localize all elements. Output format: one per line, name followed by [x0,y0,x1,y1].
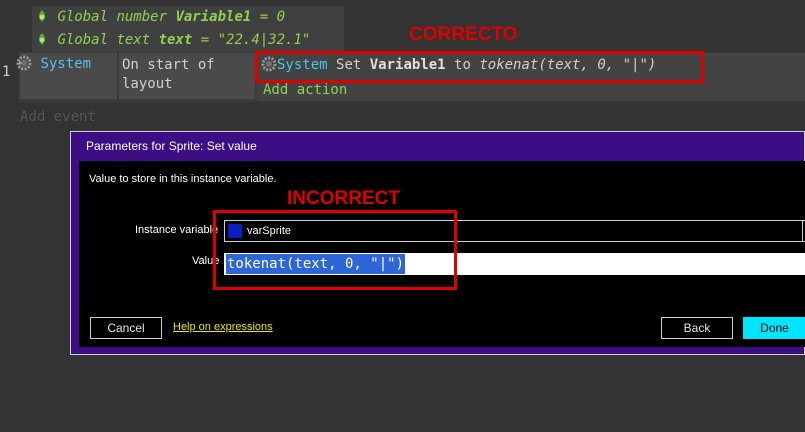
dialog-description: Value to store in this instance variable… [89,173,277,185]
back-button[interactable]: Back [661,317,733,339]
add-action-link[interactable]: Add action [263,80,347,100]
global-text-value: = "22.4|32.1" [192,32,311,48]
incorrect-annotation: INCORRECT [287,188,400,209]
done-button[interactable]: Done [743,317,805,339]
global-text-row[interactable]: Global text text = "22.4|32.1" [32,29,344,52]
condition-line-2: layout [122,76,173,92]
global-number-value: = 0 [251,9,286,25]
instance-variable-label: Instance variable [135,224,219,236]
global-number-keyword: Global number [57,9,168,25]
global-text-keyword: Global text [57,32,151,48]
correct-highlight-box [255,51,704,83]
global-number-name: Variable1 [175,9,252,25]
global-variable-icon [39,33,45,45]
cancel-button[interactable]: Cancel [90,317,162,339]
condition-text[interactable]: On start of layout [119,53,255,99]
event-number: 1 [2,64,11,80]
global-number-row[interactable]: Global number Variable1 = 0 [32,6,344,29]
select-divider [802,221,803,241]
dialog-title: Parameters for Sprite: Set value [86,139,257,153]
gear-icon [16,55,32,71]
correct-annotation: CORRECTO [409,24,518,45]
condition-object-name: System [40,56,92,72]
condition-line-1: On start of [122,57,215,73]
help-on-expressions-link[interactable]: Help on expressions [173,321,273,333]
add-event-link[interactable]: Add event [20,109,96,125]
global-text-name: text [158,32,193,48]
global-variable-icon [39,10,45,22]
condition-object[interactable]: System [16,53,117,99]
incorrect-highlight-box [213,210,457,290]
